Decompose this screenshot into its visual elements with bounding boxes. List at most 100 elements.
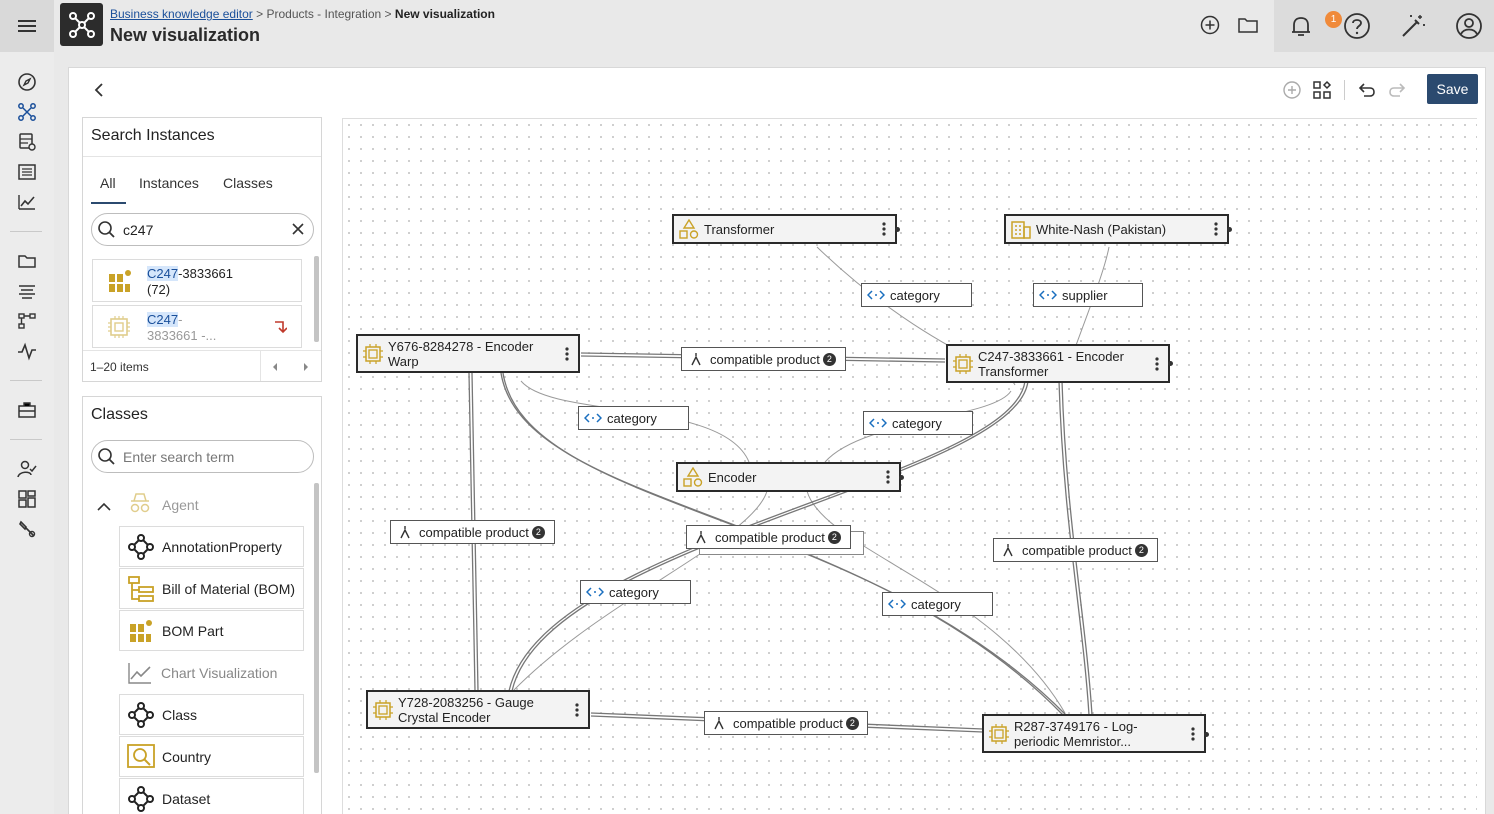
country-map-icon bbox=[120, 743, 162, 771]
chip-icon bbox=[107, 315, 131, 344]
database-search-icon[interactable] bbox=[14, 129, 40, 155]
pulse-icon[interactable] bbox=[14, 338, 40, 364]
graph-node-r287[interactable]: R287-3749176 - Log-periodic Memristor... bbox=[982, 714, 1206, 753]
undo-icon[interactable] bbox=[1355, 78, 1379, 102]
results-scrollbar[interactable] bbox=[314, 256, 319, 342]
edge-label-category[interactable]: category bbox=[580, 580, 691, 604]
class-item[interactable]: AnnotationProperty bbox=[119, 526, 304, 567]
chip-icon bbox=[984, 723, 1014, 745]
class-label: Chart Visualization bbox=[161, 664, 278, 681]
add-node-icon[interactable] bbox=[1280, 78, 1304, 102]
help-icon[interactable] bbox=[1341, 10, 1373, 42]
clear-search-icon[interactable] bbox=[291, 222, 305, 241]
app-header: Business knowledge editor > Products - I… bbox=[54, 0, 1494, 52]
class-item[interactable]: Dataset bbox=[119, 778, 304, 814]
search-result-item[interactable]: C247-3833661 (72) bbox=[92, 259, 302, 302]
edge-label-compatible-product[interactable]: compatible product 2 bbox=[390, 520, 555, 544]
edge-label-compatible-product[interactable]: compatible product 2 bbox=[681, 347, 846, 371]
classes-scrollbar[interactable] bbox=[314, 483, 319, 773]
kebab-menu-icon[interactable] bbox=[1205, 222, 1227, 236]
bom-tree-icon bbox=[120, 575, 162, 603]
kebab-menu-icon[interactable] bbox=[877, 470, 899, 484]
class-item[interactable]: BOM Part bbox=[119, 610, 304, 651]
user-check-icon[interactable] bbox=[14, 456, 40, 482]
save-button[interactable]: Save bbox=[1427, 74, 1478, 104]
graph-icon[interactable] bbox=[14, 99, 40, 125]
app-logo[interactable] bbox=[60, 3, 103, 46]
edge-label-category[interactable]: category bbox=[863, 411, 973, 435]
class-label: Country bbox=[162, 748, 212, 765]
result-match: C247 bbox=[147, 266, 179, 281]
edge-label-compatible-product[interactable]: compatible product 2 bbox=[993, 538, 1158, 562]
search-tabs: All Instances Classes bbox=[83, 156, 321, 204]
class-item[interactable]: Country bbox=[119, 736, 304, 777]
prev-page-icon[interactable] bbox=[271, 361, 279, 375]
folder-open-icon[interactable] bbox=[1236, 13, 1260, 37]
graph-node-y676[interactable]: Y676-8284278 - Encoder Warp bbox=[356, 334, 580, 373]
toolbar-divider bbox=[1344, 80, 1345, 100]
edge-label-category[interactable]: category bbox=[882, 592, 993, 616]
kebab-menu-icon[interactable] bbox=[556, 346, 578, 361]
add-circle-icon[interactable] bbox=[1198, 13, 1222, 37]
tab-classes[interactable]: Classes bbox=[223, 175, 273, 191]
redo-icon[interactable] bbox=[1385, 78, 1409, 102]
graph-node-encoder[interactable]: Encoder bbox=[676, 462, 901, 492]
tab-all[interactable]: All bbox=[100, 175, 116, 191]
instance-search-input[interactable] bbox=[123, 220, 283, 240]
edge-label-compatible-product[interactable]: compatible product 2 bbox=[686, 525, 851, 549]
filter-list-icon[interactable] bbox=[14, 278, 40, 304]
edge-label-category[interactable]: category bbox=[861, 283, 972, 307]
graph-node-transformer[interactable]: Transformer bbox=[672, 214, 897, 244]
wrench-icon[interactable] bbox=[14, 516, 40, 542]
class-search-input[interactable] bbox=[123, 447, 283, 467]
tab-instances[interactable]: Instances bbox=[139, 175, 199, 191]
kebab-menu-icon[interactable] bbox=[566, 702, 588, 717]
graph-node-c247[interactable]: C247-3833661 - Encoder Transformer bbox=[946, 344, 1170, 383]
breadcrumb-root-link[interactable]: Business knowledge editor bbox=[110, 7, 253, 21]
node-label: Transformer bbox=[704, 221, 775, 237]
graph-node-y728[interactable]: Y728-2083256 - Gauge Crystal Encoder bbox=[366, 690, 590, 729]
layout-icon[interactable] bbox=[1310, 78, 1334, 102]
list-icon[interactable] bbox=[14, 159, 40, 185]
edge-label-compatible-product[interactable]: compatible product 2 bbox=[704, 711, 868, 735]
diamond-nodes-icon bbox=[120, 701, 162, 728]
edge-count-badge: 2 bbox=[822, 352, 836, 366]
graph-canvas[interactable]: Transformer White-Nash (Pakistan) Y676-8… bbox=[342, 118, 1477, 814]
search-result-item[interactable]: C247- 3833661 -... bbox=[92, 305, 302, 348]
chip-icon bbox=[358, 343, 388, 365]
menu-icon[interactable] bbox=[0, 0, 54, 52]
breadcrumb-current: New visualization bbox=[394, 7, 495, 21]
node-label: Y676-8284278 - Encoder Warp bbox=[388, 338, 534, 369]
edge-label-text: category bbox=[892, 415, 942, 431]
briefcase-icon[interactable] bbox=[14, 397, 40, 423]
class-label: Bill of Material (BOM) bbox=[162, 580, 296, 597]
compass-icon[interactable] bbox=[14, 69, 40, 95]
shapes-icon bbox=[674, 219, 704, 239]
edge-label-category[interactable]: category bbox=[578, 406, 689, 430]
flow-icon[interactable] bbox=[14, 308, 40, 334]
diamond-nodes-icon bbox=[120, 785, 162, 812]
back-arrow-icon[interactable] bbox=[87, 78, 111, 102]
dashboard-icon[interactable] bbox=[14, 486, 40, 512]
kebab-menu-icon[interactable] bbox=[873, 222, 895, 236]
chevron-up-icon[interactable] bbox=[97, 499, 111, 517]
folder-icon[interactable] bbox=[14, 248, 40, 274]
kebab-menu-icon[interactable] bbox=[1182, 726, 1204, 741]
class-search-field[interactable] bbox=[91, 440, 314, 473]
result-rest: - bbox=[178, 312, 183, 327]
notification-bell-icon[interactable]: 1 bbox=[1285, 10, 1342, 42]
chart-line-icon[interactable] bbox=[14, 189, 40, 215]
kebab-menu-icon[interactable] bbox=[1146, 356, 1168, 371]
class-group-agent[interactable]: Agent bbox=[162, 497, 199, 513]
user-account-icon[interactable] bbox=[1453, 10, 1485, 42]
graph-node-white-nash[interactable]: White-Nash (Pakistan) bbox=[1004, 214, 1229, 244]
class-item[interactable]: Chart Visualization bbox=[119, 652, 304, 693]
class-item[interactable]: Class bbox=[119, 694, 304, 735]
instance-search-field[interactable] bbox=[91, 213, 314, 246]
magic-wand-icon[interactable] bbox=[1397, 10, 1429, 42]
arrow-down-icon[interactable] bbox=[273, 319, 288, 340]
edge-label-supplier[interactable]: supplier bbox=[1033, 283, 1143, 307]
class-item[interactable]: Bill of Material (BOM) bbox=[119, 568, 304, 609]
next-page-icon[interactable] bbox=[302, 361, 310, 375]
result-text: C247- 3833661 -... bbox=[147, 312, 216, 344]
